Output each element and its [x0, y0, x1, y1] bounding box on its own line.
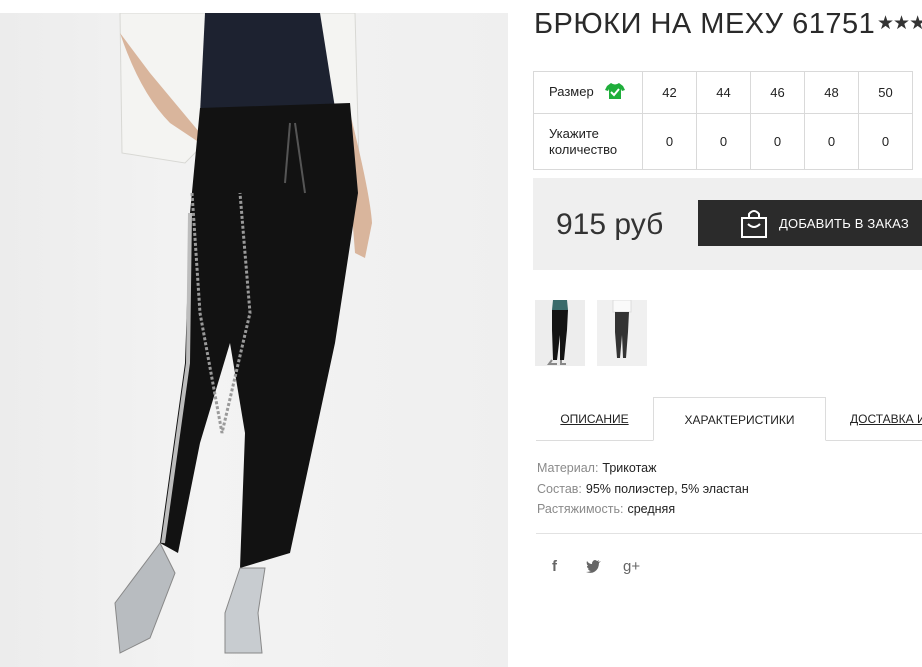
size-cell: 48 [804, 71, 859, 114]
size-cell: 44 [696, 71, 751, 114]
qty-label-line2: количество [549, 141, 618, 157]
add-to-order-label: ДОБАВИТЬ В ЗАКАЗ [779, 216, 909, 231]
social-divider [536, 533, 922, 534]
tab-description[interactable]: ОПИСАНИЕ [536, 397, 653, 441]
rating-stars[interactable]: ★★★ [877, 12, 922, 35]
size-label: Размер [549, 83, 594, 99]
size-table: Размер 42 44 46 48 50 Укажите количество… [533, 71, 913, 170]
characteristics-list: Материал: Трикотаж Состав: 95% полиэстер, … [537, 458, 749, 520]
twitter-icon[interactable] [586, 559, 602, 577]
char-value: 95% полиэстер, 5% эластан [585, 481, 749, 496]
price-bar: 915 руб ДОБАВИТЬ В ЗАКАЗ [533, 178, 922, 270]
main-product-photo[interactable] [0, 13, 508, 667]
qty-input[interactable]: 0 [642, 113, 697, 170]
char-row: Состав: 95% полиэстер, 5% эластан [537, 479, 749, 500]
char-value: Трикотаж [602, 461, 657, 475]
size-cell: 42 [642, 71, 697, 114]
thumbnail-1[interactable] [535, 300, 585, 366]
add-to-order-button[interactable]: ДОБАВИТЬ В ЗАКАЗ [698, 200, 922, 246]
qty-input[interactable]: 0 [750, 113, 805, 170]
size-cell: 46 [750, 71, 805, 114]
qty-label-line1: Укажите [549, 125, 599, 141]
tab-delivery[interactable]: ДОСТАВКА И [850, 397, 922, 441]
qty-input[interactable]: 0 [804, 113, 859, 170]
char-row: Материал: Трикотаж [537, 458, 749, 479]
qty-input[interactable]: 0 [858, 113, 913, 170]
tshirt-check-icon[interactable] [605, 82, 626, 103]
price: 915 руб [556, 208, 664, 241]
googleplus-icon[interactable]: g+ [623, 558, 640, 575]
char-key: Состав: [537, 481, 582, 496]
qty-input[interactable]: 0 [696, 113, 751, 170]
thumbnail-2[interactable] [597, 300, 647, 366]
qty-row-header: Укажите количество [533, 113, 643, 170]
char-row: Растяжимость: средняя [537, 499, 749, 520]
size-cell: 50 [858, 71, 913, 114]
product-title: БРЮКИ НА МЕХУ 61751 [534, 8, 876, 40]
tab-characteristics[interactable]: ХАРАКТЕРИСТИКИ [653, 397, 826, 441]
size-row-header: Размер [533, 71, 643, 114]
shopping-bag-icon [740, 209, 768, 242]
char-value: средняя [627, 502, 676, 516]
char-key: Материал: [537, 461, 599, 475]
char-key: Растяжимость: [537, 502, 624, 516]
facebook-icon[interactable]: f [552, 558, 557, 575]
